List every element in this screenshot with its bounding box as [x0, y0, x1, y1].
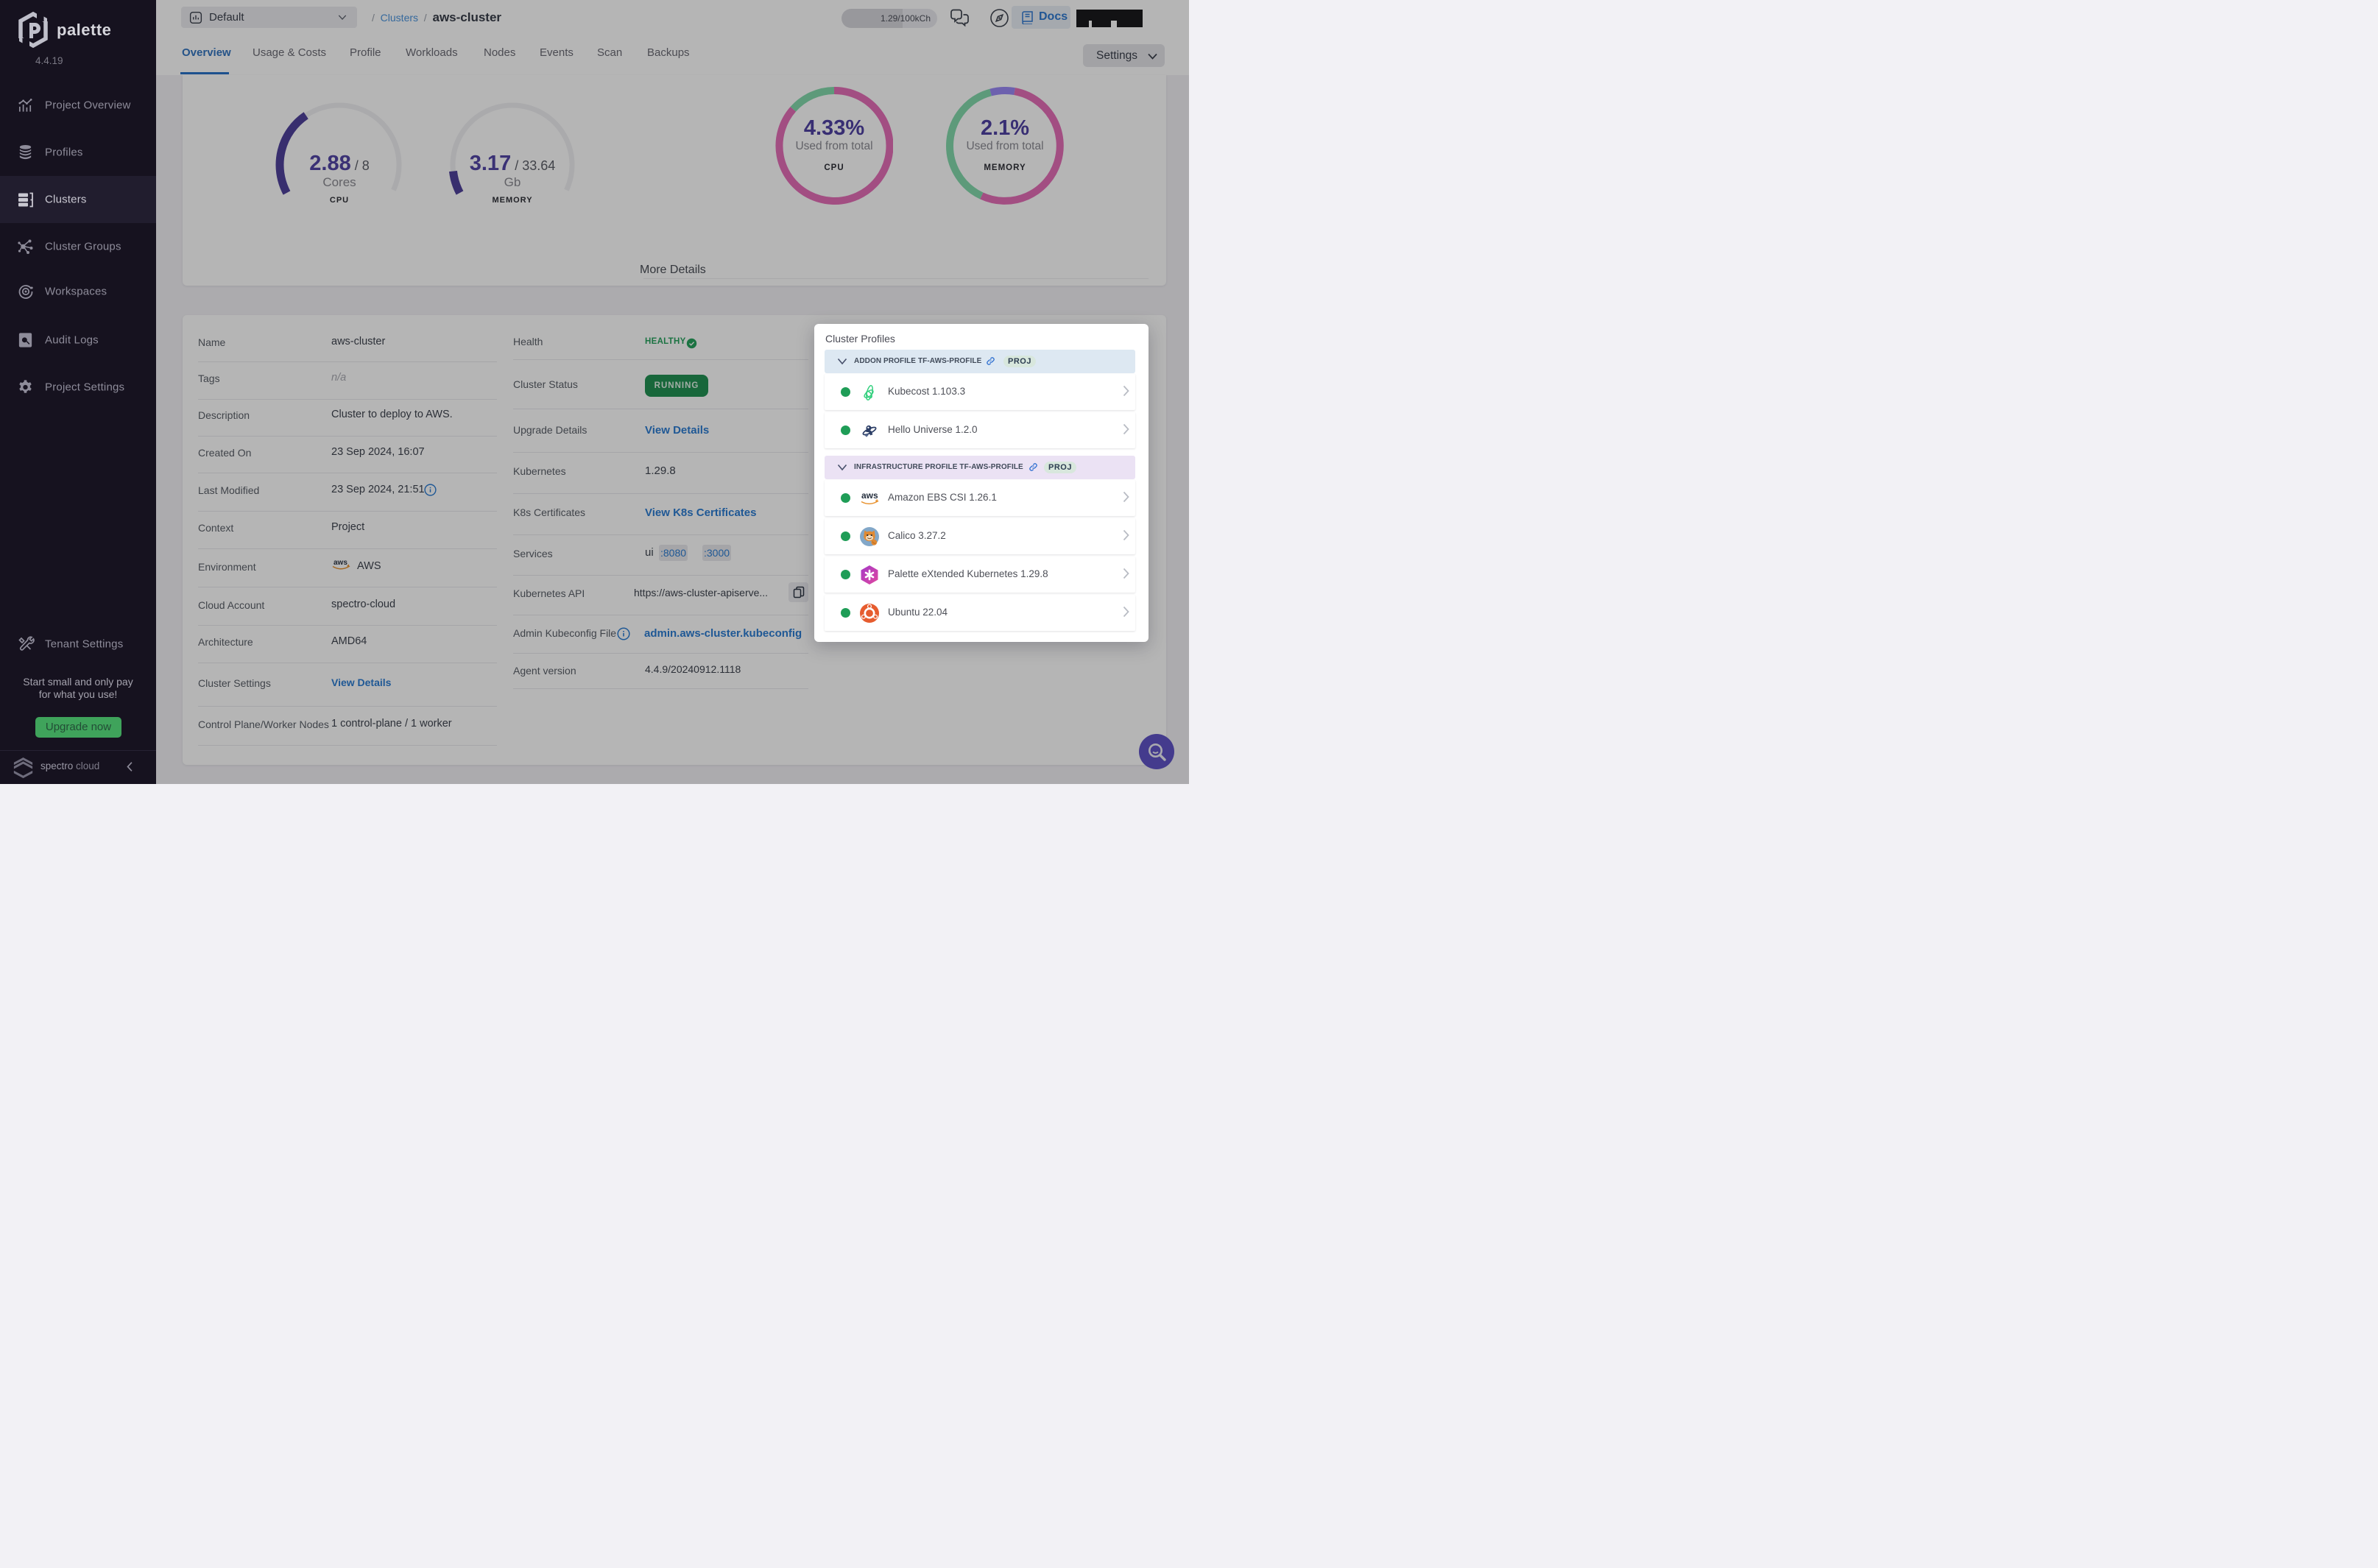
- svg-text:aws: aws: [861, 490, 878, 501]
